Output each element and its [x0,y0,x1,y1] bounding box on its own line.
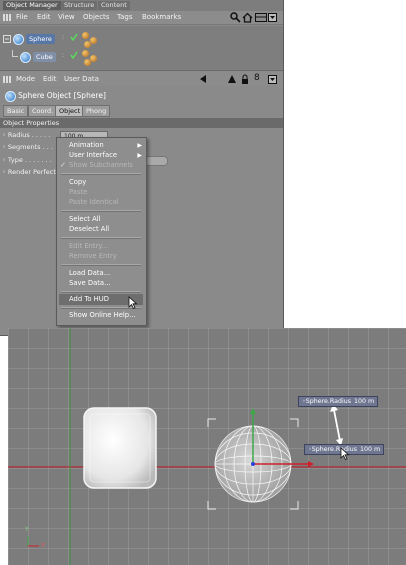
menu-item-paste[interactable]: Paste [69,188,87,197]
menu-attr-edit[interactable]: Edit [43,75,57,84]
hud-value[interactable]: 100 m [360,445,380,454]
expand-icon[interactable] [268,75,277,86]
visibility-dots[interactable]: : [62,52,64,59]
menu-bookmarks[interactable]: Bookmarks [142,13,181,22]
material-tag-icon[interactable] [82,50,89,57]
menu-item-remove-entry[interactable]: Remove Entry [69,252,117,261]
tree-icon[interactable] [3,35,11,45]
tab-coord[interactable]: Coord. [28,105,58,117]
menu-divider [61,291,141,293]
layout-icon[interactable] [255,13,267,24]
enable-check-icon[interactable] [70,33,78,43]
grid-menu-icon[interactable] [3,14,11,21]
menu-item-select-all[interactable]: Select All [69,215,101,224]
tab-structure[interactable]: Structure [61,1,98,10]
property-type: ◦ Type . . . . . . . [2,156,52,164]
property-segments: ◦ Segments . . . [2,143,53,151]
menu-item-edit-entry[interactable]: Edit Entry... [69,242,108,251]
menu-item-user-interface[interactable]: User Interface [69,151,117,160]
submenu-arrow-icon: ▶ [137,152,142,159]
material-tag-icon[interactable] [90,37,97,44]
cube-object-icon [20,52,31,63]
menu-tags[interactable]: Tags [117,13,133,22]
menu-divider [61,210,141,212]
property-render-perfect: ◦ Render Perfect [2,168,56,176]
menu-item-paste-identical[interactable]: Paste Identical [69,198,119,207]
search-icon[interactable] [230,12,241,25]
material-tag-icon[interactable] [84,41,91,48]
property-radius: ◦ Radius . . . . . [2,131,51,139]
tab-content[interactable]: Content [98,1,130,10]
menu-item-add-to-hud[interactable]: Add To HUD [69,295,109,304]
tab-object-manager[interactable]: Object Manager [3,1,61,10]
submenu-arrow-icon: ▶ [137,142,142,149]
hud-sphere-radius-1[interactable]: ◦Sphere.Radius 100 m [298,396,379,407]
object-row-sphere[interactable]: Sphere : [0,32,283,48]
back-arrow-icon[interactable] [199,75,207,85]
menu-view[interactable]: View [58,13,75,22]
menu-divider [61,237,141,239]
mouse-cursor [128,296,138,311]
panel-tab-bar: Object Manager Structure Content [0,0,283,11]
hud-label: Sphere.Radius [311,446,358,453]
checkmark-icon: ✓ [60,161,66,169]
menu-item-load-data[interactable]: Load Data... [69,269,110,278]
sphere-object-icon [13,34,24,45]
menu-objects[interactable]: Objects [83,13,109,22]
material-tag-icon[interactable] [82,32,89,39]
menu-bar: File Edit View Objects Tags Bookmarks [0,11,283,25]
object-row-cube[interactable]: Cube : [0,50,283,66]
menu-item-deselect-all[interactable]: Deselect All [69,225,109,234]
object-name-sphere[interactable]: Sphere [26,34,55,44]
sphere-object-icon [5,91,16,102]
3d-viewport[interactable]: Y X ◦Sphere.Radius 100 m ◦Sphere.Radius 10… [8,328,406,565]
enable-check-icon[interactable] [70,51,78,61]
menu-file[interactable]: File [16,13,28,22]
tab-basic[interactable]: Basic [3,105,29,117]
object-list: Sphere : Cube : [0,26,283,70]
object-manager-panel: Object Manager Structure Content File Ed… [0,0,284,336]
attribute-menu-bar: Mode Edit User Data 8 [0,72,283,86]
material-tag-icon[interactable] [84,59,91,66]
axis-label-x: X [41,542,46,549]
tree-line [12,56,18,57]
menu-item-show-subchannels[interactable]: Show Subchannels [69,161,133,170]
hud-value[interactable]: 100 m [354,397,374,406]
menu-item-copy[interactable]: Copy [69,178,86,187]
lock-icon[interactable] [241,74,249,86]
object-name-cube[interactable]: Cube [33,52,56,62]
menu-item-animation[interactable]: Animation [69,141,104,150]
material-tag-icon[interactable] [90,55,97,62]
section-object-properties: Object Properties [0,118,283,128]
home-icon[interactable] [242,12,253,25]
dropdown-icon[interactable] [268,13,277,24]
menu-item-save-data[interactable]: Save Data... [69,279,111,288]
mouse-cursor [340,447,350,462]
hud-label: Sphere.Radius [305,398,352,405]
menu-user-data[interactable]: User Data [64,75,99,84]
axis-label-y: Y [25,526,29,533]
tab-object[interactable]: Object [55,105,85,117]
grid-menu-icon[interactable] [3,76,11,83]
menu-edit[interactable]: Edit [37,13,51,22]
menu-divider [61,173,141,175]
menu-mode[interactable]: Mode [16,75,35,84]
menu-item-show-online-help[interactable]: Show Online Help... [69,311,136,320]
menu-divider [61,264,141,266]
number-icon[interactable]: 8 [254,73,260,84]
up-arrow-icon[interactable] [228,75,236,85]
tab-phong[interactable]: Phong [82,105,111,117]
visibility-dots[interactable]: : [62,34,64,41]
object-title: Sphere Object [Sphere] [18,91,106,100]
divider [0,70,283,71]
